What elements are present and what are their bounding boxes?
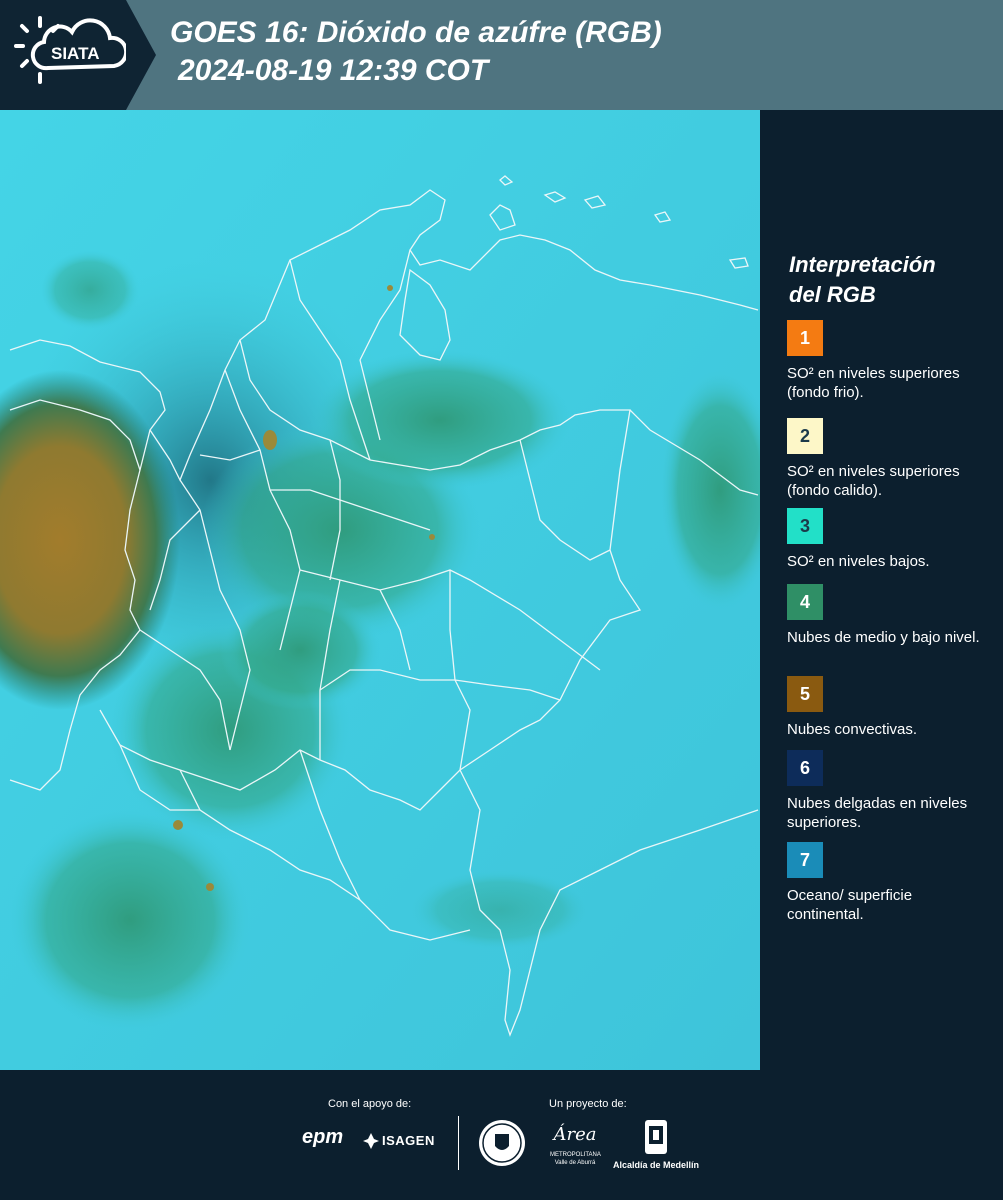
legend-label-3: SO² en niveles bajos. — [787, 553, 930, 570]
legend-swatch-4: 4 — [787, 584, 823, 620]
legend-swatch-6: 6 — [787, 750, 823, 786]
satellite-image — [0, 110, 760, 1070]
medellin-seal-icon — [479, 1120, 525, 1166]
legend-title: Interpretación del RGB — [789, 252, 936, 307]
legend-label-5: Nubes convectivas. — [787, 721, 918, 738]
legend-label-4: Nubes de medio y bajo nivel. — [787, 629, 980, 646]
legend-item-2: 2 SO² en niveles superiores (fondo calid… — [787, 418, 987, 500]
isagen-logo: ISAGEN — [362, 1130, 442, 1154]
legend-label-6: Nubes delgadas en niveles superiores. — [787, 795, 968, 831]
legend-item-7: 7 Oceano/ superficie continental. — [787, 842, 987, 924]
legend-swatch-2: 2 — [787, 418, 823, 454]
legend-swatch-5: 5 — [787, 676, 823, 712]
epm-logo: epm — [302, 1126, 344, 1148]
legend-panel: Interpretación del RGB 1 SO² en niveles … — [762, 110, 1003, 1070]
legend-swatch-3: 3 — [787, 508, 823, 544]
legend-item-3: 3 SO² en niveles bajos. — [787, 508, 987, 571]
page-title: GOES 16: Dióxido de azúfre (RGB) 2024-08… — [170, 14, 662, 90]
legend-item-4: 4 Nubes de medio y bajo nivel. — [787, 584, 987, 647]
coat-of-arms-icon — [645, 1120, 667, 1154]
title-timestamp: 2024-08-19 12:39 COT — [178, 54, 489, 87]
project-label: Un proyecto de: — [549, 1098, 627, 1110]
legend-swatch-7: 7 — [787, 842, 823, 878]
siata-logo: SIATA — [0, 0, 156, 110]
area-metropolitana-logo: Área METROPOLITANA Valle de Aburrá — [550, 1124, 601, 1166]
legend-label-1: SO² en niveles superiores (fondo frio). — [787, 365, 960, 401]
support-label: Con el apoyo de: — [328, 1098, 412, 1110]
isagen-icon — [363, 1133, 379, 1149]
alcaldia-logo: Alcaldía de Medellín — [610, 1118, 702, 1174]
satellite-map — [0, 110, 760, 1070]
footer-divider — [458, 1116, 459, 1170]
legend-swatch-1: 1 — [787, 320, 823, 356]
header-bar: SIATA GOES 16: Dióxido de azúfre (RGB) 2… — [0, 0, 1003, 110]
legend-item-6: 6 Nubes delgadas en niveles superiores. — [787, 750, 987, 832]
legend-label-2: SO² en niveles superiores (fondo calido)… — [787, 463, 960, 499]
legend-item-1: 1 SO² en niveles superiores (fondo frio)… — [787, 320, 987, 402]
legend-item-5: 5 Nubes convectivas. — [787, 676, 987, 739]
title-product: GOES 16: Dióxido de azúfre (RGB) — [170, 16, 662, 49]
legend-label-7: Oceano/ superficie continental. — [787, 887, 913, 923]
logo-text: SIATA — [51, 44, 100, 63]
footer-bar: Con el apoyo de: Un proyecto de: epm ISA… — [0, 1070, 1003, 1200]
